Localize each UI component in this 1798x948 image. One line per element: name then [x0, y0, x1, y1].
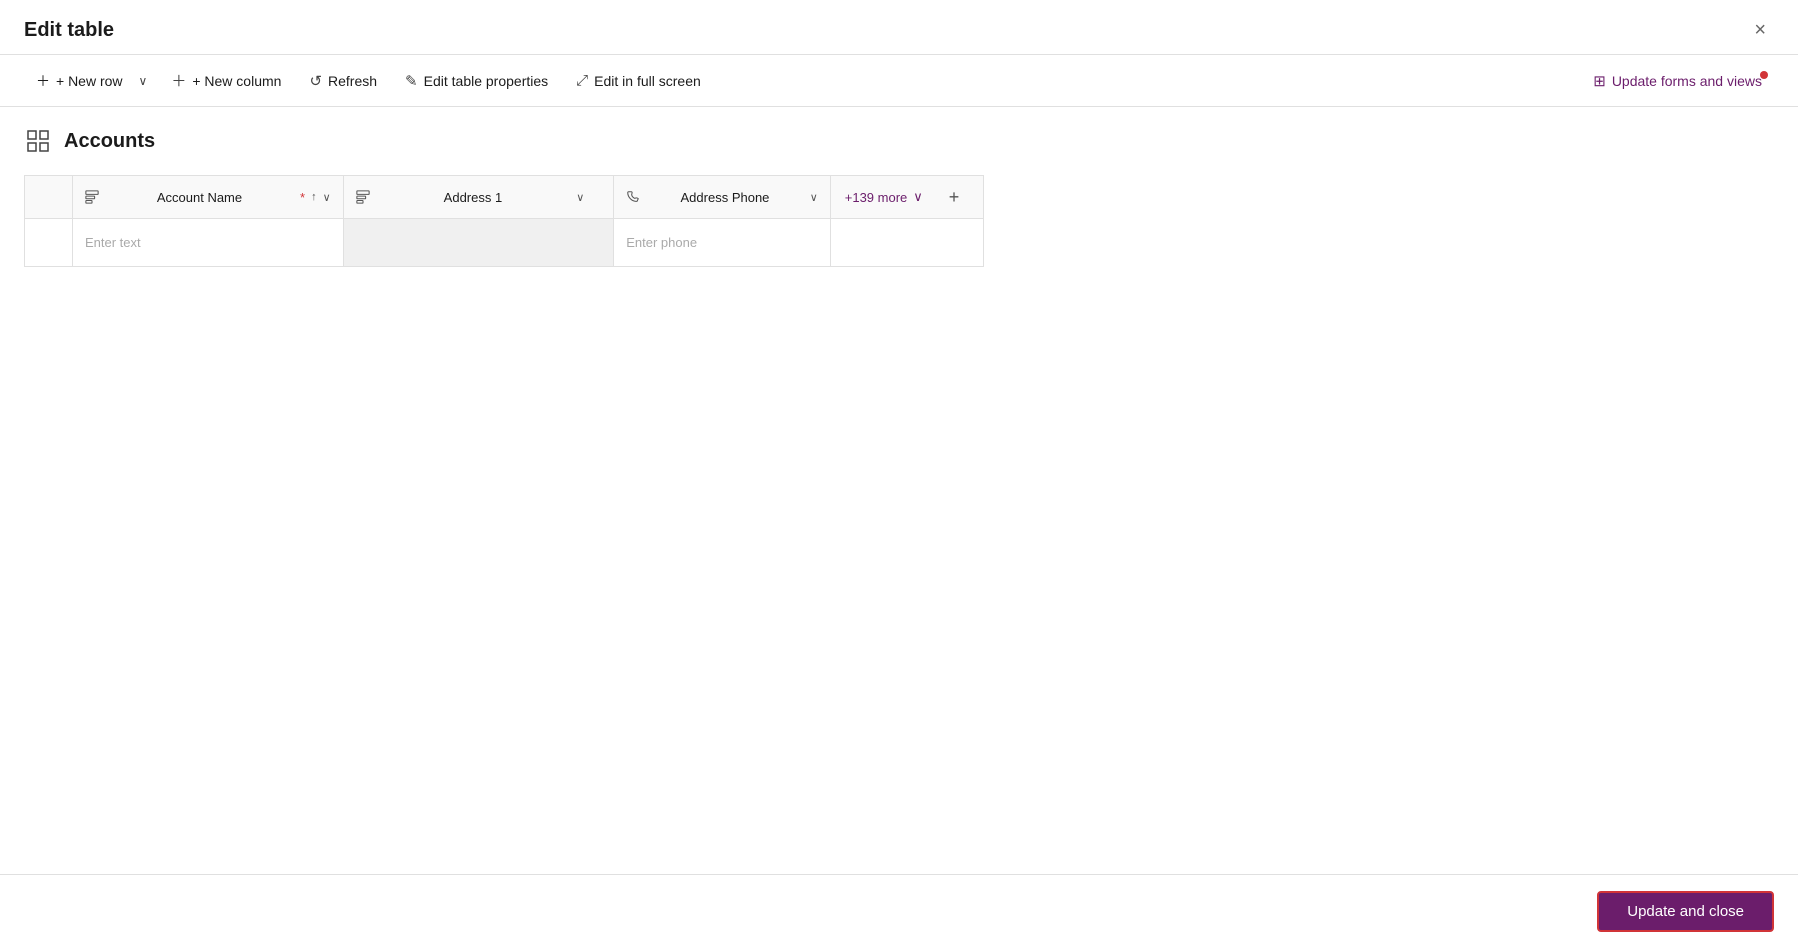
- table-header-row: Account Name * ↑ ∨: [25, 176, 984, 219]
- update-forms-icon: ⊞: [1593, 72, 1606, 90]
- table-row: Enter text Enter phone: [25, 219, 984, 267]
- update-forms-label: Update forms and views: [1612, 73, 1762, 89]
- more-columns-header: +139 more ∨ +: [830, 176, 983, 219]
- refresh-icon: ↺: [309, 72, 322, 90]
- new-row-dropdown-button[interactable]: ∨: [131, 67, 156, 95]
- new-column-button[interactable]: ＋ + New column: [159, 63, 293, 98]
- notification-dot: [1760, 71, 1768, 79]
- update-and-close-button[interactable]: Update and close: [1597, 891, 1774, 932]
- more-columns-button[interactable]: +139 more ∨: [831, 181, 937, 213]
- toolbar-right: ⊞ Update forms and views: [1581, 65, 1774, 97]
- account-name-column-header[interactable]: Account Name * ↑ ∨: [73, 176, 344, 219]
- edit-table-dialog: Edit table × ＋ + New row ∨ ＋ + New colum…: [0, 0, 1798, 948]
- table-title-row: Accounts: [24, 127, 1774, 155]
- address1-column-header[interactable]: Address 1 ∨ ✎: [343, 176, 614, 219]
- account-name-cell[interactable]: Enter text: [73, 219, 344, 267]
- edit-table-properties-button[interactable]: ✎ Edit table properties: [393, 65, 560, 97]
- data-table: Account Name * ↑ ∨: [24, 175, 984, 267]
- toolbar: ＋ + New row ∨ ＋ + New column ↺ Refresh ✎…: [0, 55, 1798, 107]
- address1-value: [344, 233, 614, 253]
- address-phone-col-label: Address Phone: [646, 190, 803, 205]
- address-phone-cell[interactable]: Enter phone: [614, 219, 831, 267]
- address-phone-chevron-icon[interactable]: ∨: [810, 191, 818, 204]
- close-button[interactable]: ×: [1746, 16, 1774, 44]
- account-name-required-indicator: *: [300, 190, 305, 205]
- more-cols-cell: [830, 219, 983, 267]
- new-row-group: ＋ + New row ∨: [24, 64, 155, 98]
- account-name-sort-asc-icon[interactable]: ↑: [311, 191, 317, 203]
- plus-icon: ＋: [36, 71, 50, 91]
- new-column-icon: ＋: [171, 70, 186, 91]
- add-column-button[interactable]: +: [937, 179, 972, 216]
- row-selector-cell: [25, 219, 73, 267]
- table-name: Accounts: [64, 130, 155, 153]
- account-name-col-label: Account Name: [105, 190, 294, 205]
- dialog-footer: Update and close: [0, 874, 1798, 948]
- content-area: Accounts: [0, 107, 1798, 874]
- address1-cell[interactable]: [343, 219, 614, 267]
- account-name-placeholder: Enter text: [73, 225, 343, 260]
- new-column-label: + New column: [192, 73, 281, 89]
- new-row-button[interactable]: ＋ + New row: [24, 64, 131, 98]
- edit-table-properties-label: Edit table properties: [424, 73, 549, 89]
- edit-properties-icon: ✎: [405, 72, 418, 90]
- table-grid-icon: [24, 127, 52, 155]
- address-phone-column-header[interactable]: Address Phone ∨: [614, 176, 831, 219]
- address-phone-col-icon: [626, 190, 640, 204]
- edit-fullscreen-button[interactable]: ⤢ Edit in full screen: [564, 65, 713, 96]
- chevron-down-icon: ∨: [139, 74, 148, 88]
- refresh-label: Refresh: [328, 73, 377, 89]
- address-phone-placeholder: Enter phone: [614, 225, 830, 260]
- address1-chevron-icon[interactable]: ∨: [576, 191, 584, 204]
- more-columns-label: +139 more: [845, 190, 908, 205]
- refresh-button[interactable]: ↺ Refresh: [297, 65, 389, 97]
- more-columns-chevron-icon: ∨: [913, 189, 923, 205]
- row-selector-header: [25, 176, 73, 219]
- edit-fullscreen-label: Edit in full screen: [594, 73, 701, 89]
- account-name-chevron-icon[interactable]: ∨: [323, 191, 331, 204]
- dialog-header: Edit table ×: [0, 0, 1798, 55]
- address1-col-icon: [356, 190, 370, 204]
- update-forms-button[interactable]: ⊞ Update forms and views: [1581, 65, 1774, 97]
- add-column-icon: +: [949, 187, 960, 208]
- address1-col-label: Address 1: [376, 190, 571, 205]
- dialog-title: Edit table: [24, 19, 114, 42]
- new-row-label: + New row: [56, 73, 123, 89]
- account-name-col-icon: [85, 190, 99, 204]
- fullscreen-icon: ⤢: [576, 72, 588, 89]
